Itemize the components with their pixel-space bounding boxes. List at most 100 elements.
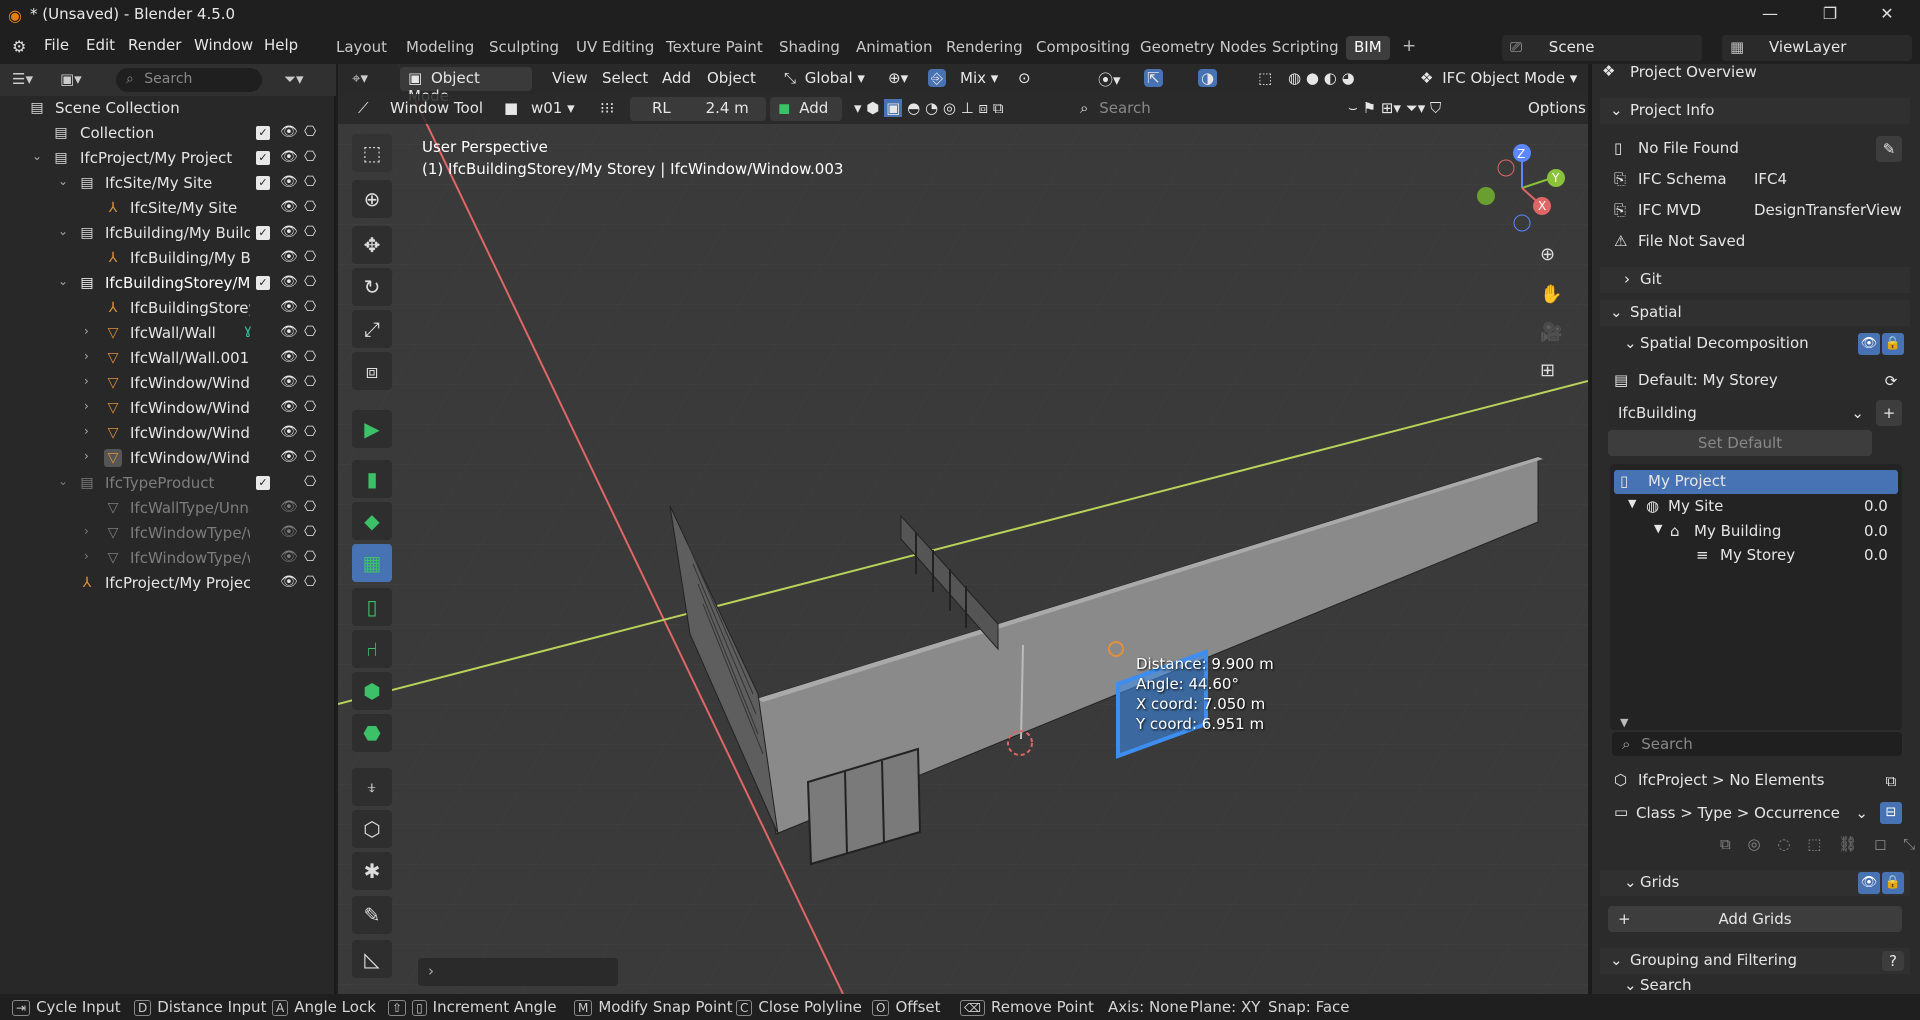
eye-toggle-icon[interactable]: 👁: [1858, 333, 1880, 355]
tree-row[interactable]: ⌄ ▤ IfcProject/My Project ✓ 👁 ⎔: [0, 146, 336, 171]
filter-icon[interactable]: ⏷▾: [284, 70, 304, 88]
filter-search[interactable]: ⌕ Search: [1072, 97, 1342, 121]
add-grids-button[interactable]: + Add Grids: [1608, 906, 1902, 932]
box-tool-icon[interactable]: ⬡: [352, 810, 392, 848]
menu-add[interactable]: Add: [662, 69, 691, 87]
camera-icon[interactable]: ⎔: [304, 474, 316, 490]
eye-icon[interactable]: 👁: [280, 374, 298, 390]
eye-icon[interactable]: 👁: [280, 424, 298, 440]
tree-row[interactable]: ⌄ ▤ IfcBuildingStorey/My S ✓ 👁 ⎔: [0, 271, 336, 296]
tab-bim[interactable]: BIM: [1346, 36, 1390, 60]
tab-uv-editing[interactable]: UV Editing: [568, 36, 662, 60]
maximize-button[interactable]: ❐: [1805, 0, 1855, 30]
rl-field[interactable]: RL 2.4 m: [630, 97, 766, 121]
menu-help[interactable]: Help: [264, 36, 298, 54]
navigation-gizmo[interactable]: Z Y X: [1470, 140, 1570, 240]
action-icons[interactable]: ⧉ ◎ ◌ ⬚ ⛓ ◻ ⤡: [1720, 835, 1920, 853]
slab-tool-icon[interactable]: ◆: [352, 502, 392, 540]
menu-file[interactable]: File: [44, 36, 69, 54]
grid-icon[interactable]: ⁝⁝⁝: [600, 99, 614, 117]
camera-icon[interactable]: ⎔: [304, 549, 316, 565]
grouping-header[interactable]: ⌄ Grouping and Filtering ?: [1600, 948, 1910, 974]
camera-icon[interactable]: ⎔: [304, 524, 316, 540]
tree-row[interactable]: ▤ Collection ✓ 👁 ⎔: [0, 121, 336, 146]
viewlayer-selector[interactable]: ▦ ViewLayer: [1722, 35, 1912, 61]
camera-icon[interactable]: ⎔: [304, 399, 316, 415]
tree-item-storey[interactable]: ≡ My Storey 0.0: [1614, 544, 1898, 568]
refresh-icon[interactable]: ⟳: [1878, 368, 1904, 394]
outliner-search[interactable]: ⌕ Search: [116, 68, 262, 92]
camera-icon[interactable]: ⎔: [304, 299, 316, 315]
chevron-down-icon[interactable]: ⌄: [58, 174, 68, 188]
camera-icon[interactable]: ⎔: [304, 124, 316, 140]
tab-modeling[interactable]: Modeling: [398, 36, 482, 60]
eye-icon[interactable]: 👁: [280, 299, 298, 315]
tree-options-icon[interactable]: ▼: [1620, 716, 1628, 729]
scene-selector[interactable]: ⎚ Scene: [1502, 35, 1702, 61]
bookmark-icons[interactable]: ⌣ ⚑ ⊞▾ ⏷▾ ⛉: [1348, 99, 1441, 117]
tree-row[interactable]: ▤ Scene Collection: [0, 96, 336, 121]
chevron-right-icon[interactable]: ›: [84, 549, 89, 563]
tree-row[interactable]: ⅄ IfcBuilding/My Bui 👁 ⎔: [0, 246, 336, 271]
lock-icon[interactable]: 🔒: [1882, 872, 1904, 894]
chevron-right-icon[interactable]: ›: [84, 349, 89, 363]
camera-icon[interactable]: ⎔: [304, 349, 316, 365]
annotate-tool-icon[interactable]: ✎: [352, 896, 392, 934]
eye-icon[interactable]: 👁: [280, 349, 298, 365]
eye-icon[interactable]: 👁: [280, 124, 298, 140]
eye-icon[interactable]: 👁: [280, 324, 298, 340]
shading-modes[interactable]: ◍ ● ◐ ◕: [1288, 69, 1355, 87]
eye-icon[interactable]: 👁: [280, 224, 298, 240]
tree-row[interactable]: ⌄ ▤ IfcSite/My Site ✓ 👁 ⎔: [0, 171, 336, 196]
eye-icon[interactable]: 👁: [280, 174, 298, 190]
proportional-icon[interactable]: ⊙: [1018, 69, 1031, 87]
camera-icon[interactable]: ⎔: [304, 149, 316, 165]
include-checkbox[interactable]: ✓: [256, 126, 270, 140]
pan-hand-icon[interactable]: ✋: [1540, 284, 1562, 305]
rotate-tool-icon[interactable]: ↻: [352, 268, 392, 306]
add-building-button[interactable]: +: [1876, 400, 1902, 426]
window-tool-icon[interactable]: ▦: [352, 544, 392, 582]
eye-icon[interactable]: 👁: [280, 549, 298, 565]
eye-icon[interactable]: 👁: [280, 149, 298, 165]
zoom-icon[interactable]: ⊕: [1540, 244, 1555, 265]
cursor-tool-icon[interactable]: ⊕: [352, 180, 392, 218]
tree-item-site[interactable]: ▼ ◍ My Site 0.0: [1614, 495, 1898, 519]
tab-animation[interactable]: Animation: [848, 36, 940, 60]
tree-row[interactable]: ⅄ IfcSite/My Site 👁 ⎔: [0, 196, 336, 221]
eye-icon[interactable]: 👁: [280, 499, 298, 515]
ifc-mode-selector[interactable]: ❖ IFC Object Mode ▾: [1420, 69, 1577, 87]
measure-tool-icon[interactable]: ◺: [352, 940, 392, 978]
transform-tool-icon[interactable]: ⧈: [352, 352, 392, 390]
visibility-icon[interactable]: ⦿▾: [1098, 69, 1121, 90]
chevron-right-icon[interactable]: ›: [84, 399, 89, 413]
tree-item-project[interactable]: ▯ My Project: [1614, 470, 1898, 494]
include-checkbox[interactable]: ✓: [256, 151, 270, 165]
pivot-icon[interactable]: ⊕▾: [888, 69, 908, 87]
3d-viewport[interactable]: [338, 64, 1588, 994]
camera-icon[interactable]: ⎔: [304, 424, 316, 440]
mode-selector[interactable]: ▣ Object Mode: [400, 67, 532, 105]
tree-row[interactable]: › ▽ IfcWindow/Window 👁 ⎔: [0, 396, 336, 421]
spatial-header[interactable]: ⌄ Spatial: [1600, 300, 1910, 326]
close-button[interactable]: ✕: [1862, 0, 1912, 30]
chevron-down-icon[interactable]: ⌄: [58, 224, 68, 238]
type-selector[interactable]: ■ w01 ▾: [504, 99, 575, 117]
include-checkbox[interactable]: ✓: [256, 476, 270, 490]
minimize-button[interactable]: —: [1745, 0, 1795, 30]
git-header[interactable]: › Git: [1600, 267, 1910, 293]
blender-menu-icon[interactable]: ⚙: [12, 37, 26, 56]
options-button[interactable]: Options: [1528, 99, 1586, 117]
camera-icon[interactable]: ⎔: [304, 499, 316, 515]
tree-row[interactable]: › ▽ IfcWindow/Window 👁 ⎔: [0, 446, 336, 471]
eye-toggle-icon[interactable]: 👁: [1858, 872, 1880, 894]
tree-row[interactable]: ▽ IfcWallType/Unna 👁 ⎔: [0, 496, 336, 521]
include-checkbox[interactable]: ✓: [256, 276, 270, 290]
chevron-right-icon[interactable]: ›: [84, 449, 89, 463]
eye-icon[interactable]: 👁: [280, 399, 298, 415]
tree-item-building[interactable]: ▼ ⌂ My Building 0.0: [1614, 520, 1898, 544]
project-info-header[interactable]: ⌄ Project Info: [1600, 98, 1910, 124]
properties-tab-header[interactable]: ❖ Project Overview: [1600, 60, 1910, 86]
hierarchy-icon[interactable]: ⊟: [1880, 802, 1902, 824]
tab-sculpting[interactable]: Sculpting: [481, 36, 567, 60]
